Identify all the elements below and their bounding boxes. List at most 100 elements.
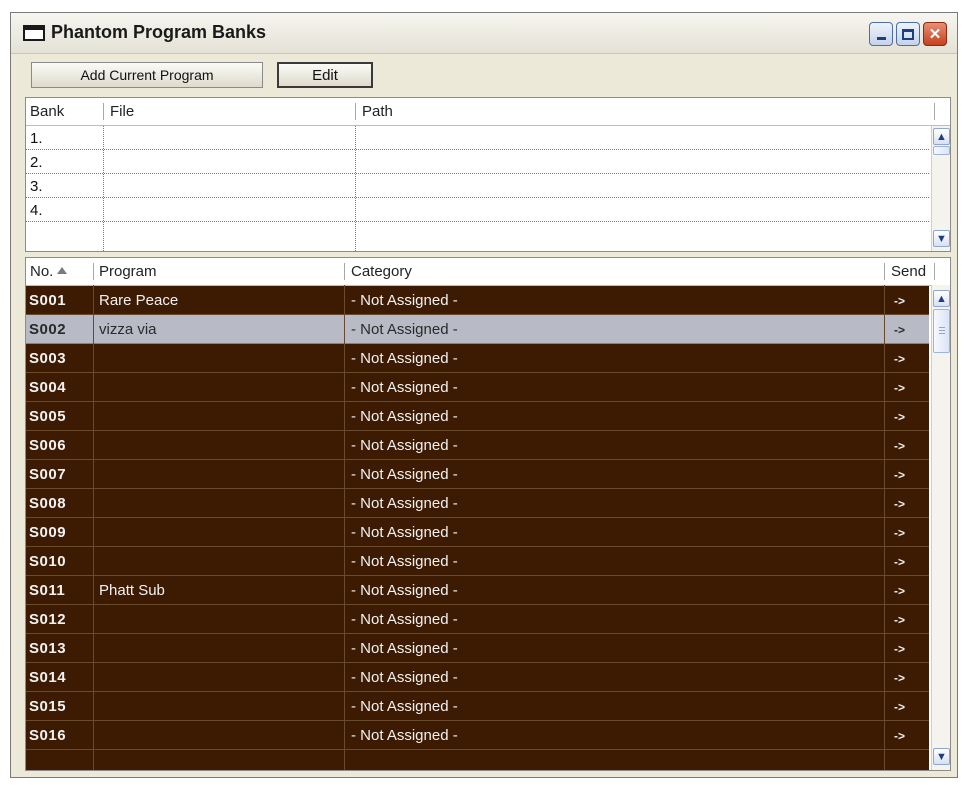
send-button[interactable]: ->: [894, 439, 905, 453]
chevron-up-icon: ▲: [936, 130, 947, 143]
program-row[interactable]: S010 - Not Assigned - ->: [26, 547, 929, 576]
program-column-header[interactable]: Program: [99, 263, 157, 280]
close-button[interactable]: ✕: [923, 22, 947, 46]
send-button[interactable]: ->: [894, 381, 905, 395]
programs-scrollbar[interactable]: ▲ ▼: [931, 285, 950, 770]
send-button[interactable]: ->: [894, 352, 905, 366]
file-column-header[interactable]: File: [110, 103, 134, 120]
program-number: S002: [29, 321, 67, 338]
program-number: S010: [29, 553, 67, 570]
scroll-down-button[interactable]: ▼: [933, 230, 950, 247]
edit-button[interactable]: Edit: [277, 62, 373, 88]
send-button[interactable]: ->: [894, 323, 905, 337]
program-category: - Not Assigned -: [351, 321, 458, 338]
program-category: - Not Assigned -: [351, 669, 458, 686]
send-button[interactable]: ->: [894, 410, 905, 424]
bank-number: 2.: [30, 154, 43, 171]
program-row[interactable]: S016 - Not Assigned - ->: [26, 721, 929, 750]
programs-header: No. Program Category Send: [26, 258, 950, 286]
bank-row[interactable]: 1.: [26, 126, 929, 150]
program-row[interactable]: S008 - Not Assigned - ->: [26, 489, 929, 518]
category-column-header[interactable]: Category: [351, 263, 412, 280]
scroll-up-button[interactable]: ▲: [933, 128, 950, 145]
bank-number: 4.: [30, 202, 43, 219]
send-column-header[interactable]: Send: [891, 263, 926, 280]
chevron-down-icon: ▼: [936, 750, 947, 763]
program-category: - Not Assigned -: [351, 350, 458, 367]
send-button[interactable]: ->: [894, 700, 905, 714]
program-category: - Not Assigned -: [351, 466, 458, 483]
window-title: Phantom Program Banks: [51, 22, 267, 42]
send-button[interactable]: ->: [894, 526, 905, 540]
program-category: - Not Assigned -: [351, 640, 458, 657]
program-number: S008: [29, 495, 67, 512]
banks-header: Bank File Path: [26, 98, 950, 126]
chevron-up-icon: ▲: [936, 292, 947, 305]
program-row[interactable]: S015 - Not Assigned - ->: [26, 692, 929, 721]
bank-number: 1.: [30, 130, 43, 147]
program-row[interactable]: S009 - Not Assigned - ->: [26, 518, 929, 547]
program-row[interactable]: S013 - Not Assigned - ->: [26, 634, 929, 663]
bank-row[interactable]: 4.: [26, 198, 929, 222]
program-row[interactable]: S012 - Not Assigned - ->: [26, 605, 929, 634]
program-category: - Not Assigned -: [351, 495, 458, 512]
program-number: S005: [29, 408, 67, 425]
program-number: S006: [29, 437, 67, 454]
program-name: vizza via: [99, 321, 157, 338]
maximize-button[interactable]: [896, 22, 920, 46]
sort-ascending-icon: [57, 267, 68, 274]
close-icon: ✕: [928, 26, 942, 43]
column-divider: [884, 285, 885, 770]
program-row[interactable]: [26, 750, 929, 770]
send-button[interactable]: ->: [894, 584, 905, 598]
program-row[interactable]: S002 vizza via - Not Assigned - ->: [26, 315, 929, 344]
program-category: - Not Assigned -: [351, 611, 458, 628]
send-button[interactable]: ->: [894, 497, 905, 511]
program-row[interactable]: S006 - Not Assigned - ->: [26, 431, 929, 460]
program-row[interactable]: S014 - Not Assigned - ->: [26, 663, 929, 692]
program-number: S007: [29, 466, 67, 483]
program-number: S013: [29, 640, 67, 657]
send-button[interactable]: ->: [894, 642, 905, 656]
program-name: Rare Peace: [99, 292, 179, 309]
window-icon: [23, 25, 45, 41]
minimize-icon: [876, 36, 886, 40]
column-divider: [93, 285, 94, 770]
program-row[interactable]: S003 - Not Assigned - ->: [26, 344, 929, 373]
program-category: - Not Assigned -: [351, 553, 458, 570]
scroll-thumb[interactable]: [933, 309, 950, 353]
banks-scrollbar[interactable]: ▲ ▼: [931, 126, 950, 251]
scroll-thumb[interactable]: [933, 146, 950, 155]
bank-column-header[interactable]: Bank: [30, 103, 64, 120]
program-row[interactable]: S005 - Not Assigned - ->: [26, 402, 929, 431]
program-number: S009: [29, 524, 67, 541]
program-category: - Not Assigned -: [351, 698, 458, 715]
send-button[interactable]: ->: [894, 555, 905, 569]
bank-row[interactable]: 2.: [26, 150, 929, 174]
program-category: - Not Assigned -: [351, 437, 458, 454]
program-category: - Not Assigned -: [351, 408, 458, 425]
program-number: S004: [29, 379, 67, 396]
title-bar[interactable]: Phantom Program Banks ✕: [11, 13, 957, 54]
minimize-button[interactable]: [869, 22, 893, 46]
program-row[interactable]: S011 Phatt Sub - Not Assigned - ->: [26, 576, 929, 605]
chevron-down-icon: ▼: [936, 232, 947, 245]
program-name: Phatt Sub: [99, 582, 165, 599]
program-row[interactable]: S004 - Not Assigned - ->: [26, 373, 929, 402]
program-category: - Not Assigned -: [351, 727, 458, 744]
program-row[interactable]: S001 Rare Peace - Not Assigned - ->: [26, 286, 929, 315]
program-row[interactable]: S007 - Not Assigned - ->: [26, 460, 929, 489]
scroll-down-button[interactable]: ▼: [933, 748, 950, 765]
send-button[interactable]: ->: [894, 671, 905, 685]
scroll-up-button[interactable]: ▲: [933, 290, 950, 307]
number-column-header[interactable]: No.: [30, 263, 68, 280]
send-button[interactable]: ->: [894, 613, 905, 627]
phantom-program-banks-window: Phantom Program Banks ✕ Add Current Prog…: [10, 12, 958, 778]
path-column-header[interactable]: Path: [362, 103, 393, 120]
send-button[interactable]: ->: [894, 294, 905, 308]
send-button[interactable]: ->: [894, 729, 905, 743]
send-button[interactable]: ->: [894, 468, 905, 482]
bank-row[interactable]: 3.: [26, 174, 929, 198]
add-current-program-button[interactable]: Add Current Program: [31, 62, 263, 88]
program-number: S003: [29, 350, 67, 367]
